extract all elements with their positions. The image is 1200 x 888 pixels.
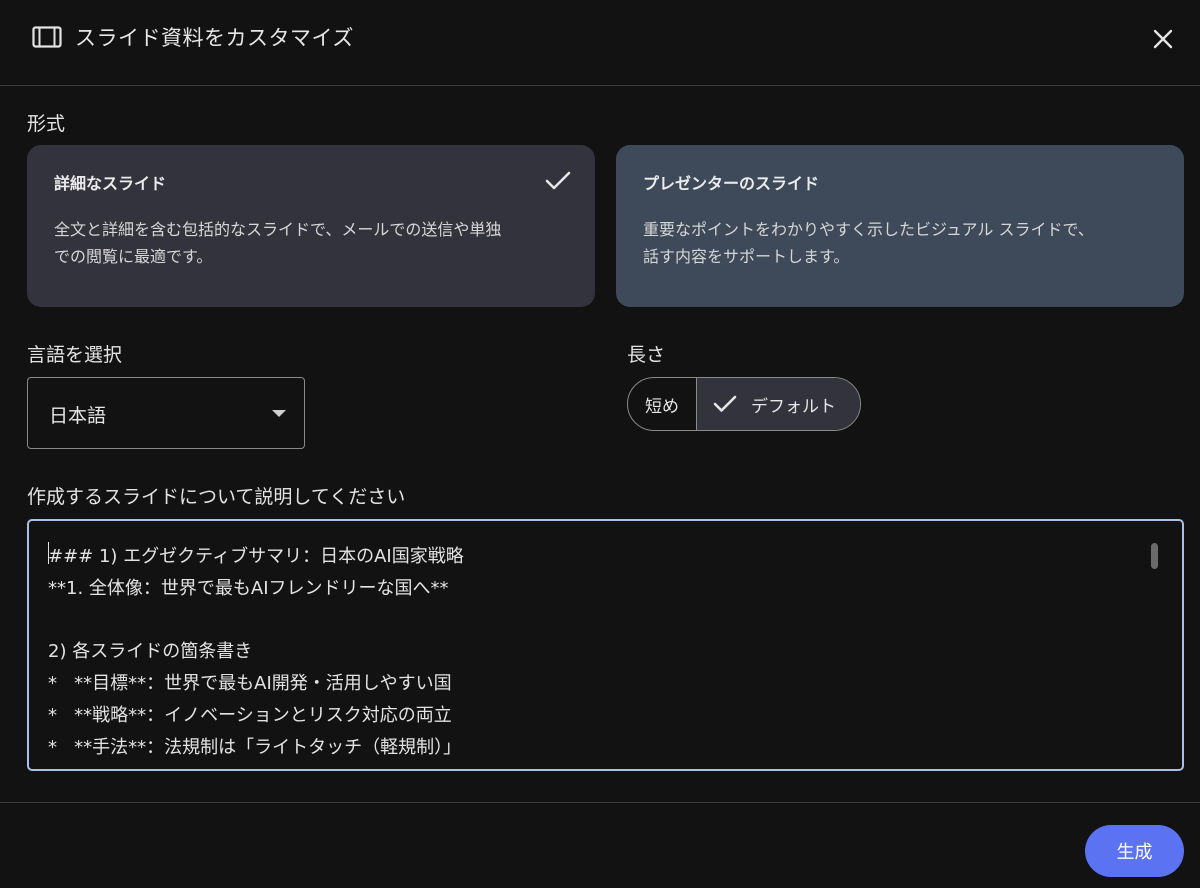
format-label: 形式 [27,113,66,135]
check-icon [713,395,737,412]
customize-slides-dialog: スライド資料をカスタマイズ 形式 詳細なスライド 全文と詳細を含む包括的なスライ… [0,0,1200,888]
description-line: 全文と詳細を含む包括的なスライドで、メールでの送信や単独 [54,220,502,239]
length-option-default[interactable]: デフォルト [697,378,860,430]
textarea-line: ​ [48,605,1162,637]
generate-button[interactable]: 生成 [1085,825,1184,877]
format-option-detailed[interactable]: 詳細なスライド 全文と詳細を含む包括的なスライドで、メールでの送信や単独 での閲… [27,145,595,307]
textarea-line: * **目標**：世界で最もAI開発・活用しやすい国 [48,673,452,695]
description-textarea[interactable]: ### 1) エグゼクティブサマリ：日本のAI国家戦略 **1. 全体像：世界で… [27,519,1184,771]
format-option-presenter[interactable]: プレゼンターのスライド 重要なポイントをわかりやすく示したビジュアル スライドで… [616,145,1184,307]
length-option-label: デフォルト [751,396,836,417]
text-cursor [48,542,49,564]
length-option-short[interactable]: 短め [628,378,697,430]
dropdown-arrow-icon [272,410,286,417]
format-option-title: 詳細なスライド [54,174,167,193]
length-option-label: 短め [645,396,679,417]
format-option-description: 全文と詳細を含む包括的なスライドで、メールでの送信や単独 での閲覧に最適です。 [54,216,568,270]
close-button[interactable] [1146,22,1180,56]
description-line: 話す内容をサポートします。 [643,247,850,266]
textarea-line: * **手法**：法規制は「ライトタッチ（軽規制）」 [48,736,462,758]
dialog-title: スライド資料をカスタマイズ [75,26,354,50]
textarea-line: ### 1) エグゼクティブサマリ：日本のAI国家戦略 [48,546,464,567]
language-selected-value: 日本語 [49,405,107,427]
footer-divider [0,802,1200,803]
textarea-scrollbar[interactable] [1151,543,1158,569]
description-line: での閲覧に最適です。 [54,247,213,266]
slides-icon [32,26,62,48]
length-label: 長さ [627,344,666,366]
language-select[interactable]: 日本語 [27,377,305,449]
check-icon [545,171,571,190]
close-icon [1153,29,1173,49]
format-option-title: プレゼンターのスライド [643,174,820,193]
dialog-header: スライド資料をカスタマイズ [0,0,1200,86]
language-label: 言語を選択 [27,344,123,366]
textarea-line: **1. 全体像：世界で最もAIフレンドリーな国へ** [48,577,449,599]
textarea-line: * **戦略**：イノベーションとリスク対応の両立 [48,704,452,726]
description-line: 重要なポイントをわかりやすく示したビジュアル スライドで、 [643,220,1094,239]
length-segmented-control: 短め デフォルト [627,377,861,431]
textarea-line: 2) 各スライドの箇条書き [48,641,253,663]
description-label: 作成するスライドについて説明してください [27,486,406,508]
format-option-description: 重要なポイントをわかりやすく示したビジュアル スライドで、 話す内容をサポートし… [643,216,1157,270]
